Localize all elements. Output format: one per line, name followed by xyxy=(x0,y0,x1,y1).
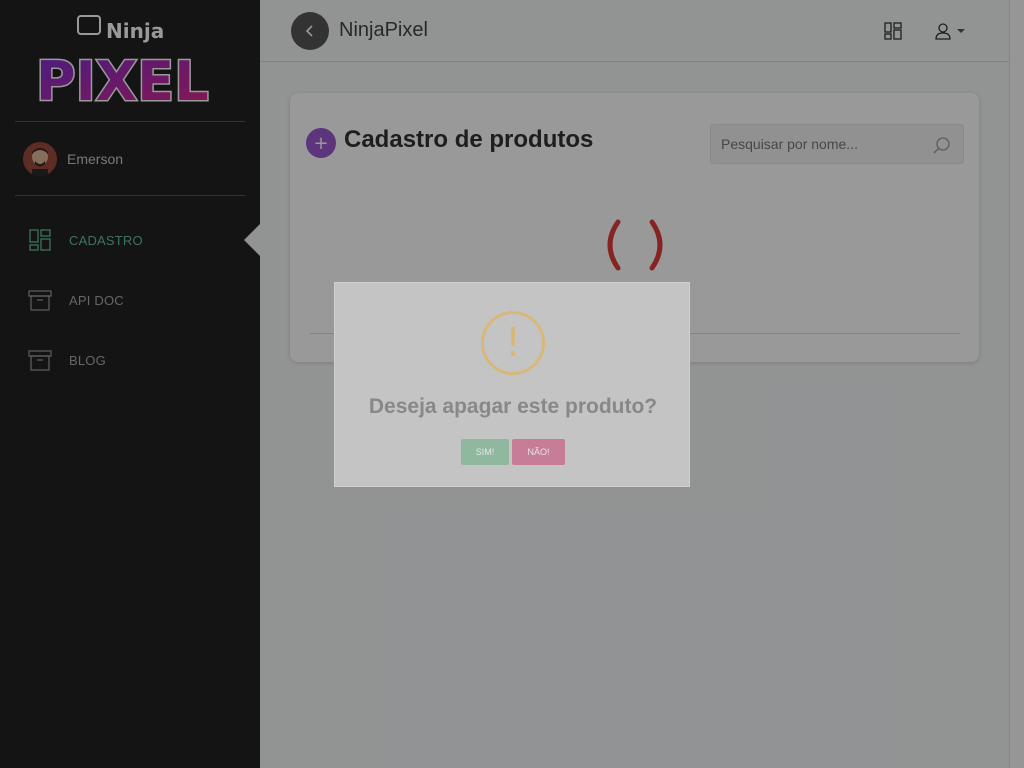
confirm-delete-dialog: ! Deseja apagar este produto? SIM! NÃO! xyxy=(334,282,690,487)
cancel-button[interactable]: NÃO! xyxy=(512,439,565,465)
warning-icon: ! xyxy=(481,311,545,375)
confirm-button[interactable]: SIM! xyxy=(461,439,509,465)
dialog-title: Deseja apagar este produto? xyxy=(368,395,658,418)
